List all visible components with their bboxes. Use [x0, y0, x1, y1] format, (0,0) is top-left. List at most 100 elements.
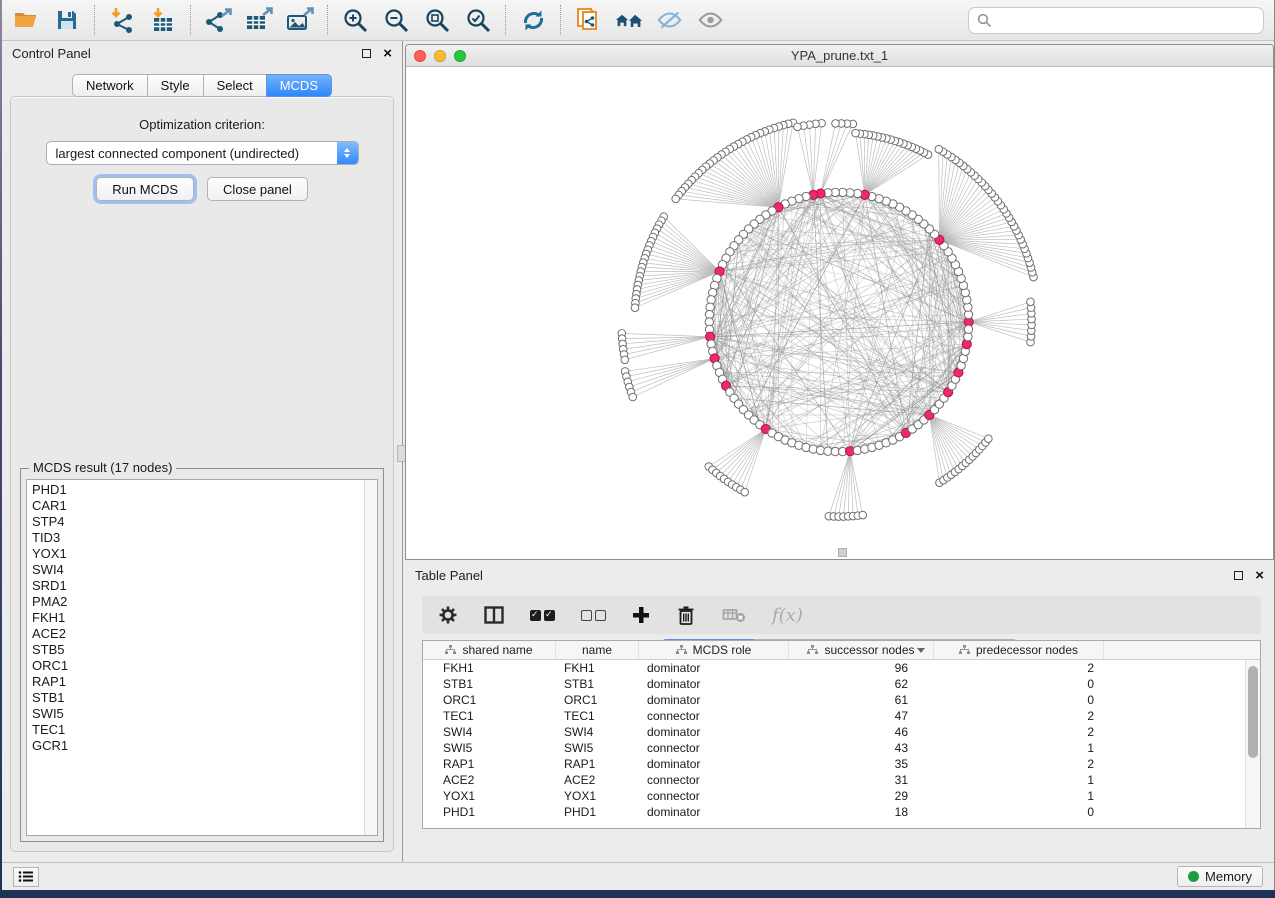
show-all-icon[interactable] [697, 6, 725, 34]
column-label: MCDS role [693, 643, 752, 657]
canvas-splitter-grip[interactable] [838, 548, 847, 557]
mcds-result-item[interactable]: STB5 [32, 642, 377, 658]
close-window-icon[interactable] [414, 50, 426, 62]
memory-button[interactable]: Memory [1177, 866, 1263, 887]
mcds-result-item[interactable]: TID3 [32, 530, 377, 546]
mcds-result-item[interactable]: SRD1 [32, 578, 377, 594]
cell-predecessor-nodes: 1 [934, 789, 1104, 803]
node-table[interactable]: shared namename MCDS role successor nodesp… [422, 640, 1261, 829]
mcds-result-item[interactable]: PHD1 [32, 482, 377, 498]
add-row-icon[interactable] [632, 603, 650, 627]
mcds-result-item[interactable]: FKH1 [32, 610, 377, 626]
mcds-result-item[interactable]: ORC1 [32, 658, 377, 674]
cell-successor-nodes: 62 [789, 677, 934, 691]
tab-select[interactable]: Select [203, 74, 267, 97]
table-settings-gear-icon[interactable] [438, 603, 458, 627]
table-scrollbar[interactable] [1245, 660, 1260, 828]
cell-successor-nodes: 29 [789, 789, 934, 803]
cell-shared-name: YOX1 [423, 789, 556, 803]
import-table-icon[interactable] [149, 6, 177, 34]
table-row[interactable]: RAP1RAP1dominator352 [423, 756, 1260, 772]
table-panel-titlebar: Table Panel × [405, 563, 1274, 588]
table-row[interactable]: YOX1YOX1connector291 [423, 788, 1260, 804]
toolbar-separator [94, 5, 95, 35]
tab-network[interactable]: Network [72, 74, 148, 97]
cell-shared-name: ORC1 [423, 693, 556, 707]
first-neighbors-icon[interactable] [615, 6, 643, 34]
export-network-icon[interactable] [204, 6, 232, 34]
cell-MCDS-role: connector [639, 709, 789, 723]
export-image-icon[interactable] [286, 6, 314, 34]
tab-mcds[interactable]: MCDS [266, 74, 332, 97]
hide-selected-icon[interactable] [656, 6, 684, 34]
cell-successor-nodes: 31 [789, 773, 934, 787]
maximize-window-icon[interactable] [454, 50, 466, 62]
mcds-result-item[interactable]: RAP1 [32, 674, 377, 690]
export-table-icon[interactable] [245, 6, 273, 34]
mcds-result-item[interactable]: SWI5 [32, 706, 377, 722]
result-list-scrollbar[interactable] [364, 480, 377, 835]
mcds-result-list[interactable]: PHD1CAR1STP4TID3YOX1SWI4SRD1PMA2FKH1ACE2… [26, 479, 378, 836]
table-scrollbar-thumb[interactable] [1248, 666, 1258, 758]
close-panel-button[interactable]: Close panel [207, 177, 308, 201]
save-session-icon[interactable] [53, 6, 81, 34]
search-input[interactable] [997, 13, 1255, 28]
network-canvas[interactable] [406, 67, 1273, 559]
cell-shared-name: SWI5 [423, 741, 556, 755]
mcds-result-item[interactable]: YOX1 [32, 546, 377, 562]
deselect-all-icon[interactable] [581, 610, 606, 621]
table-row[interactable]: SWI5SWI5connector431 [423, 740, 1260, 756]
mcds-result-item[interactable]: TEC1 [32, 722, 377, 738]
toolbar-separator [190, 5, 191, 35]
search-field[interactable] [968, 7, 1264, 34]
cell-MCDS-role: dominator [639, 661, 789, 675]
table-body: FKH1FKH1dominator962STB1STB1dominator620… [423, 660, 1260, 820]
zoom-fit-icon[interactable] [423, 6, 451, 34]
network-window-titlebar[interactable]: YPA_prune.txt_1 [406, 45, 1273, 67]
close-panel-icon[interactable]: × [1255, 571, 1264, 580]
table-row[interactable]: FKH1FKH1dominator962 [423, 660, 1260, 676]
delete-table-icon[interactable] [722, 603, 746, 627]
open-file-icon[interactable] [12, 6, 40, 34]
tab-style[interactable]: Style [147, 74, 204, 97]
column-header-predecessor-nodes[interactable]: predecessor nodes [934, 641, 1104, 659]
table-row[interactable]: ACE2ACE2connector311 [423, 772, 1260, 788]
column-header-successor-nodes[interactable]: successor nodes [789, 641, 934, 659]
import-network-icon[interactable] [108, 6, 136, 34]
mcds-result-item[interactable]: ACE2 [32, 626, 377, 642]
table-row[interactable]: ORC1ORC1dominator610 [423, 692, 1260, 708]
cell-MCDS-role: dominator [639, 677, 789, 691]
table-row[interactable]: SWI4SWI4dominator462 [423, 724, 1260, 740]
zoom-out-icon[interactable] [382, 6, 410, 34]
task-history-button[interactable] [13, 867, 39, 887]
refresh-view-icon[interactable] [519, 6, 547, 34]
column-header-MCDS-role[interactable]: MCDS role [639, 641, 789, 659]
run-mcds-button[interactable]: Run MCDS [96, 177, 194, 201]
table-row[interactable]: TEC1TEC1connector472 [423, 708, 1260, 724]
select-all-icon[interactable] [530, 610, 555, 621]
float-window-icon[interactable] [1234, 571, 1243, 580]
cell-shared-name: SWI4 [423, 725, 556, 739]
function-builder-icon[interactable]: f(x) [772, 605, 803, 626]
minimize-window-icon[interactable] [434, 50, 446, 62]
mcds-result-item[interactable]: GCR1 [32, 738, 377, 754]
table-row[interactable]: PHD1PHD1dominator180 [423, 804, 1260, 820]
mcds-result-item[interactable]: PMA2 [32, 594, 377, 610]
cell-name: RAP1 [556, 757, 639, 771]
column-header-name[interactable]: name [556, 641, 639, 659]
zoom-in-icon[interactable] [341, 6, 369, 34]
column-header-shared-name[interactable]: shared name [423, 641, 556, 659]
close-panel-icon[interactable]: × [383, 49, 392, 58]
delete-row-trash-icon[interactable] [676, 603, 696, 627]
toolbar-separator [327, 5, 328, 35]
table-row[interactable]: STB1STB1dominator620 [423, 676, 1260, 692]
mcds-result-item[interactable]: STP4 [32, 514, 377, 530]
float-window-icon[interactable] [362, 49, 371, 58]
zoom-selected-icon[interactable] [464, 6, 492, 34]
duplicate-network-icon[interactable] [574, 6, 602, 34]
mcds-result-item[interactable]: CAR1 [32, 498, 377, 514]
mcds-result-item[interactable]: SWI4 [32, 562, 377, 578]
show-column-icon[interactable] [484, 603, 504, 627]
mcds-result-item[interactable]: STB1 [32, 690, 377, 706]
criterion-dropdown[interactable]: largest connected component (undirected) [46, 141, 359, 165]
